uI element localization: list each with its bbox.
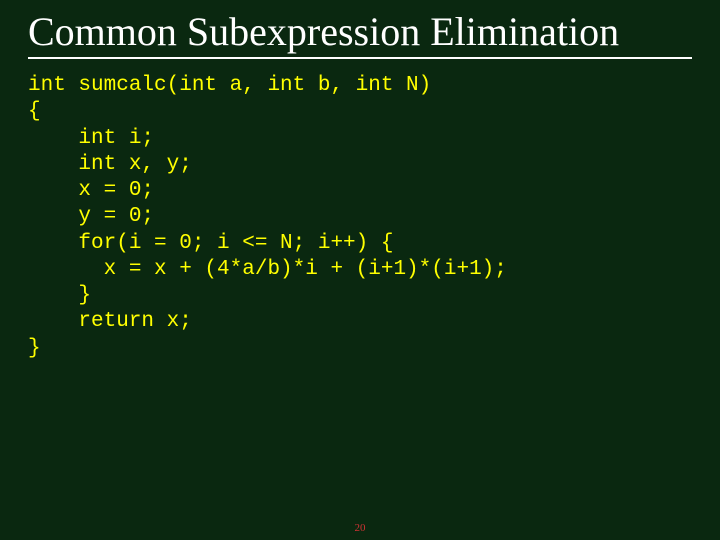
code-line: y = 0; [28, 204, 692, 230]
page-number: 20 [0, 522, 720, 534]
code-line: x = 0; [28, 178, 692, 204]
slide-root: Common Subexpression Elimination int sum… [0, 0, 720, 540]
code-line: x = x + (4*a/b)*i + (i+1)*(i+1); [28, 257, 692, 283]
code-line: } [28, 336, 692, 362]
code-line: int sumcalc(int a, int b, int N) [28, 73, 692, 99]
code-line: int x, y; [28, 152, 692, 178]
code-line: for(i = 0; i <= N; i++) { [28, 231, 692, 257]
code-line: { [28, 99, 692, 125]
code-line: return x; [28, 309, 692, 335]
code-line: int i; [28, 126, 692, 152]
title-underline [28, 57, 692, 59]
code-block: int sumcalc(int a, int b, int N){ int i;… [28, 73, 692, 362]
code-line: } [28, 283, 692, 309]
slide-title: Common Subexpression Elimination [28, 8, 692, 55]
